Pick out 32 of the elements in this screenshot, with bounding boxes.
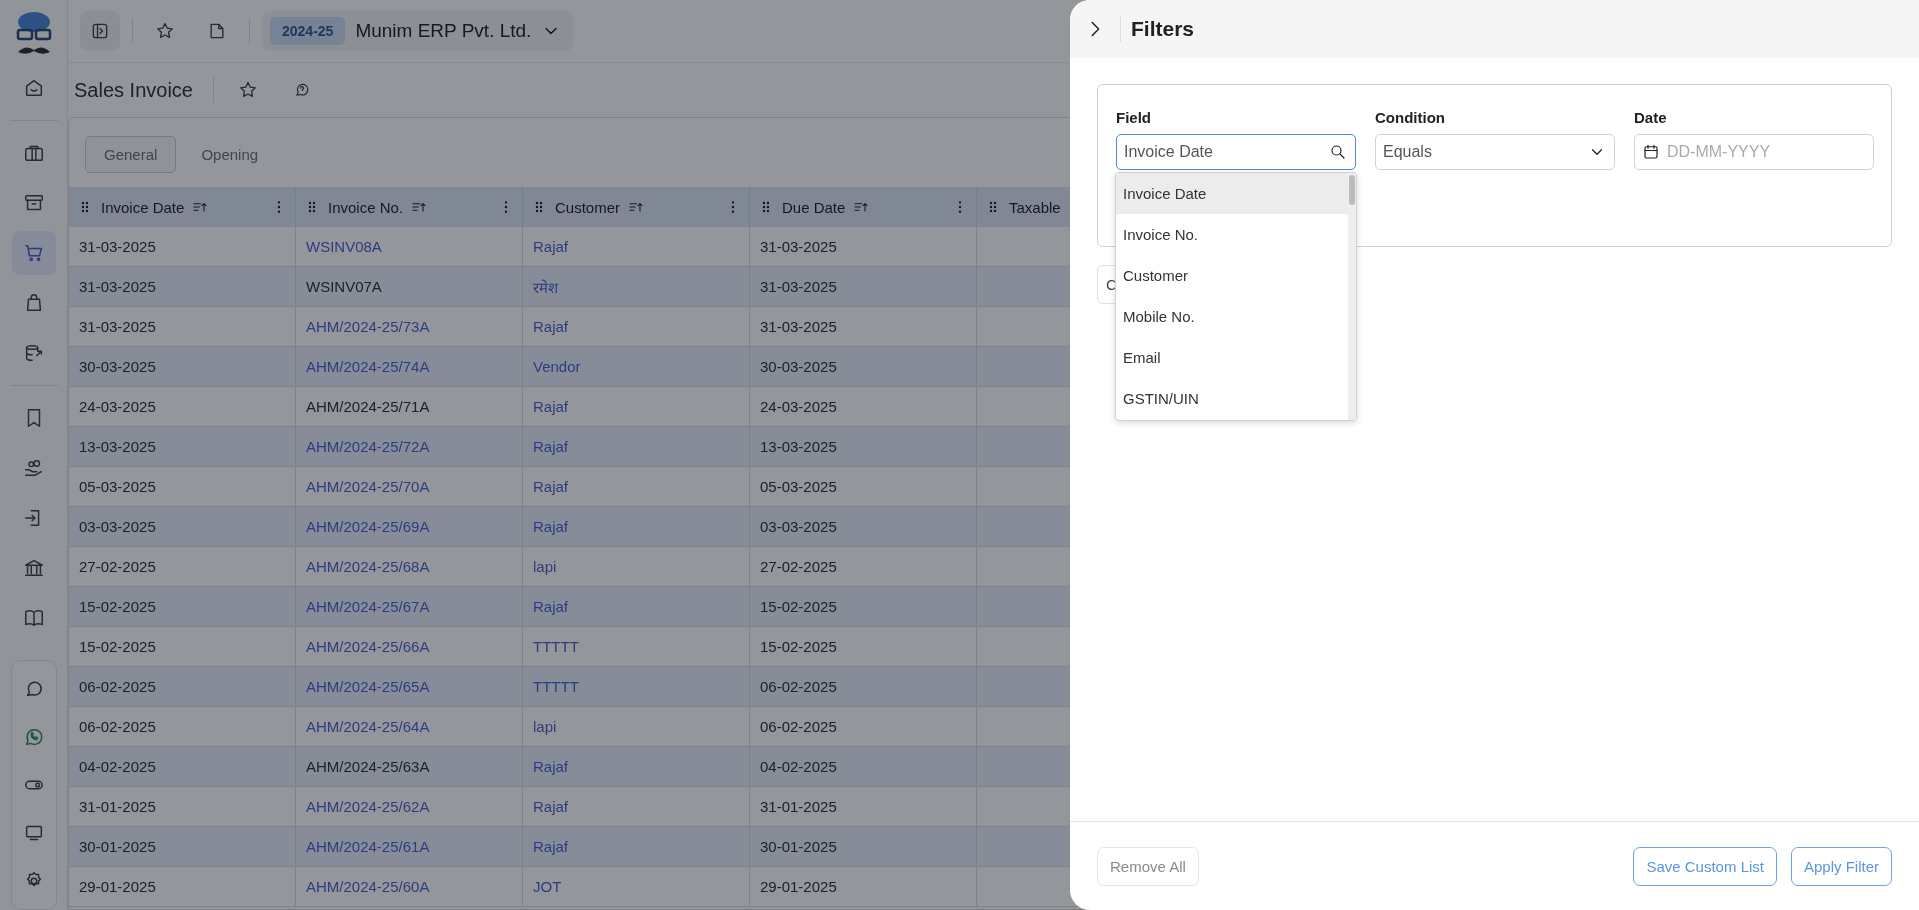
table-cell: 31-03-2025	[750, 267, 977, 307]
date-label: Date	[1634, 109, 1668, 126]
table-cell: 30-01-2025	[69, 827, 296, 867]
table-cell: 06-02-2025	[69, 667, 296, 707]
table-cell: 04-02-2025	[750, 747, 977, 787]
table-cell: AHM/2024-25/63A	[296, 747, 523, 787]
column-title: Due Date	[782, 198, 846, 216]
table-cell: 06-02-2025	[750, 667, 977, 707]
table-cell: 29-01-2025	[69, 867, 296, 907]
column-title: Taxable	[1009, 198, 1061, 216]
page-title: Sales Invoice	[74, 78, 193, 102]
table-cell: 13-03-2025	[69, 427, 296, 467]
drawer-title: Filters	[1131, 17, 1195, 41]
table-cell: 29-01-2025	[750, 867, 977, 907]
company-name: Munim ERP Pvt. Ltd.	[355, 20, 532, 42]
table-cell: 03-03-2025	[69, 507, 296, 547]
table-cell: 04-02-2025	[69, 747, 296, 787]
table-cell: 31-03-2025	[69, 267, 296, 307]
table-cell: 13-03-2025	[750, 427, 977, 467]
column-title: Invoice No.	[328, 198, 404, 216]
year-badge: 2024-25	[270, 17, 346, 45]
field-label: Field	[1116, 109, 1152, 126]
condition-label: Condition	[1375, 109, 1446, 126]
table-cell: 03-03-2025	[750, 507, 977, 547]
table-cell: WSINV07A	[296, 267, 523, 307]
table-cell: 30-01-2025	[750, 827, 977, 867]
table-cell: 15-02-2025	[69, 587, 296, 627]
table-cell: 30-03-2025	[750, 347, 977, 387]
table-cell: 30-03-2025	[69, 347, 296, 387]
table-cell: 15-02-2025	[750, 587, 977, 627]
column-title: Invoice Date	[101, 198, 185, 216]
column-title: Customer	[555, 198, 621, 216]
